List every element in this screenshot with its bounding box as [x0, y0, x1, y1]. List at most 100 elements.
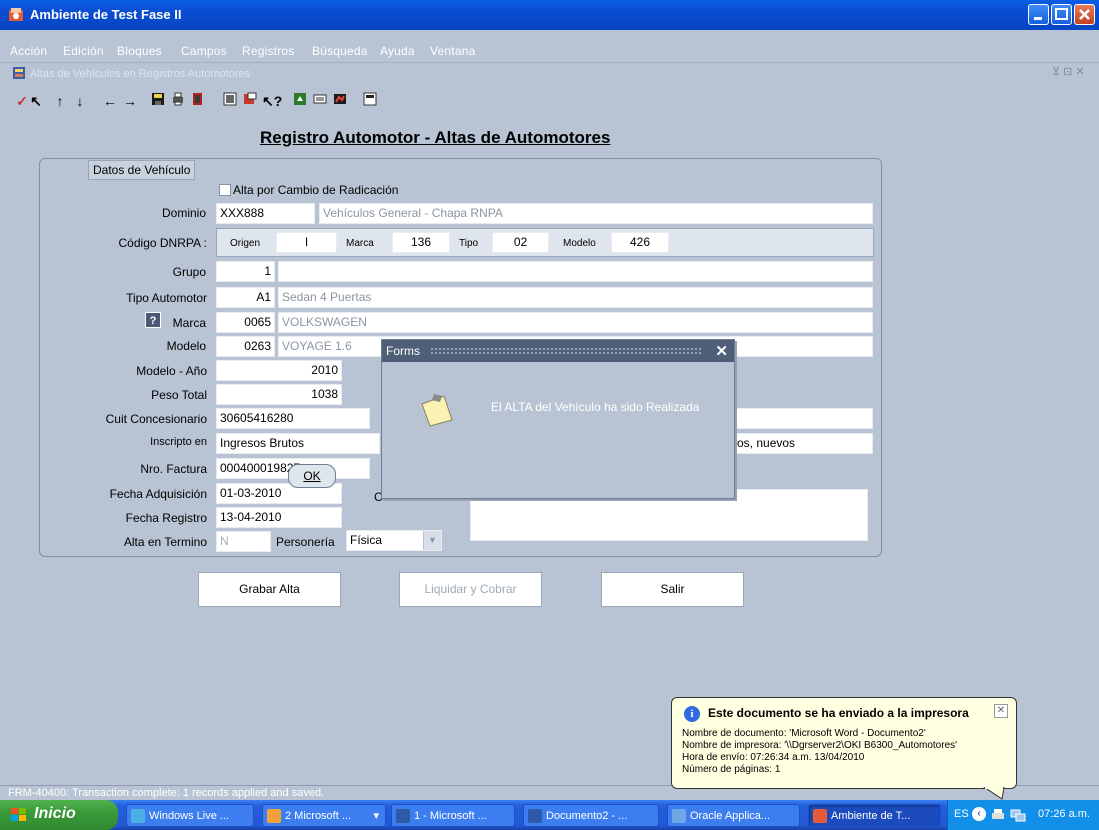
- dominio-input[interactable]: XXX888: [216, 203, 315, 224]
- alta-termino-input[interactable]: N: [216, 531, 271, 552]
- grupo-label: Grupo: [172, 265, 206, 279]
- task-label: Windows Live ...: [149, 810, 230, 822]
- taskbar: Windows Live ... 2 Microsoft ... ▾ 1 - Mi…: [0, 800, 1099, 830]
- dialog-message: El ALTA del Vehículo ha sido Realizada: [491, 400, 700, 414]
- maximize-icon[interactable]: [1051, 4, 1072, 25]
- previous-block-icon[interactable]: ↑: [52, 92, 68, 110]
- personeria-select[interactable]: Física ▼: [346, 530, 442, 551]
- tipo-automotor-input[interactable]: A1: [216, 287, 275, 308]
- balloon-close-icon[interactable]: ✕: [994, 704, 1008, 718]
- printer-tray-icon[interactable]: [990, 807, 1006, 826]
- fecha-registro-input[interactable]: 13-04-2010: [216, 507, 342, 528]
- dominio-label: Dominio: [161, 206, 206, 220]
- inscripto-input[interactable]: Ingresos Brutos: [216, 433, 380, 454]
- minimize-icon[interactable]: [1028, 4, 1049, 25]
- grupo-input[interactable]: 1: [216, 261, 275, 282]
- exit-icon[interactable]: [190, 92, 206, 110]
- dialog-title: Forms: [386, 344, 420, 358]
- ok-button[interactable]: OK: [288, 464, 336, 488]
- menu-registros[interactable]: Registros: [242, 44, 294, 58]
- modelo-code-input[interactable]: 426: [611, 232, 669, 253]
- tipo-input[interactable]: 02: [492, 232, 549, 253]
- modelo-anio-label: Modelo - Año: [136, 364, 207, 378]
- task-documento2[interactable]: Documento2 - ...: [523, 804, 659, 827]
- page-title: Registro Automotor - Altas de Automotore…: [260, 128, 611, 147]
- grupo-description: [278, 261, 873, 282]
- edit-icon[interactable]: [312, 92, 328, 110]
- grabar-alta-button[interactable]: Grabar Alta: [198, 572, 341, 607]
- query-icon[interactable]: [242, 92, 258, 110]
- menu-accion[interactable]: Acción: [10, 44, 47, 58]
- menu-ayuda[interactable]: Ayuda: [380, 44, 415, 58]
- start-button[interactable]: Inicio: [0, 800, 118, 830]
- modelo-label: Modelo: [166, 339, 206, 353]
- tipo-automotor-description: Sedan 4 Puertas: [278, 287, 873, 308]
- windows-logo-icon: [10, 807, 28, 828]
- form-window-icon: [12, 66, 26, 83]
- window-icon[interactable]: [362, 92, 378, 110]
- group-chevron-icon: ▾: [373, 810, 379, 822]
- ok-button-label: OK: [303, 469, 321, 483]
- modelo-anio-input[interactable]: 2010: [216, 360, 342, 381]
- display-error-icon[interactable]: [332, 92, 348, 110]
- status-message: FRM-40400: Transaction complete: 1 recor…: [8, 787, 325, 799]
- modelo-code-label: Modelo: [563, 238, 596, 249]
- title-bar[interactable]: Ambiente de Test Fase II: [0, 0, 1099, 30]
- menu-bloques[interactable]: Bloques: [117, 44, 162, 58]
- clear-block-icon[interactable]: [222, 92, 238, 110]
- task-windows-live[interactable]: Windows Live ...: [126, 804, 254, 827]
- radicacion-checkbox[interactable]: [219, 184, 231, 196]
- marca-input[interactable]: 0065: [216, 312, 275, 333]
- inner-window-bar: Altas de Vehículos en Registros Automoto…: [0, 62, 1099, 82]
- cursor-icon[interactable]: ↖: [28, 92, 44, 110]
- list-values-icon[interactable]: [292, 92, 308, 110]
- cuit-input[interactable]: 30605416280: [216, 408, 370, 429]
- chevron-down-icon[interactable]: ▼: [423, 531, 441, 550]
- start-label: Inicio: [34, 805, 76, 822]
- next-record-icon[interactable]: →: [122, 92, 138, 110]
- print-icon[interactable]: [170, 92, 186, 110]
- close-icon[interactable]: [1074, 4, 1095, 25]
- liquidar-cobrar-button[interactable]: Liquidar y Cobrar: [399, 572, 542, 607]
- print-notification-balloon[interactable]: i Este documento se ha enviado a la impr…: [671, 697, 1017, 789]
- word-icon: [528, 809, 542, 823]
- help-icon[interactable]: ↖?: [262, 92, 282, 110]
- inner-window-controls-icon[interactable]: ⊻ ⊡ ✕: [1052, 65, 1085, 78]
- menu-ventana[interactable]: Ventana: [430, 44, 475, 58]
- forms-dialog: Forms ✕ El ALTA del Vehículo ha sido Rea…: [381, 339, 735, 499]
- network-tray-icon[interactable]: [1010, 807, 1026, 826]
- tipo-automotor-label: Tipo Automotor: [126, 291, 207, 305]
- balloon-title: Este documento se ha enviado a la impres…: [708, 706, 969, 720]
- chevron-left-icon[interactable]: ‹: [972, 807, 986, 821]
- dialog-title-bar[interactable]: Forms ✕: [382, 340, 734, 362]
- salir-button[interactable]: Salir: [601, 572, 744, 607]
- peso-total-input[interactable]: 1038: [216, 384, 342, 405]
- dialog-close-icon[interactable]: ✕: [715, 342, 728, 360]
- task-microsoft-word[interactable]: 1 - Microsoft ...: [391, 804, 515, 827]
- peso-total-label: Peso Total: [151, 388, 207, 402]
- task-ambiente[interactable]: Ambiente de T...: [808, 804, 941, 827]
- menu-edicion[interactable]: Edición: [63, 44, 104, 58]
- marca-code-input[interactable]: 136: [392, 232, 450, 253]
- menu-campos[interactable]: Campos: [181, 44, 227, 58]
- task-label: Documento2 - ...: [546, 810, 628, 822]
- language-indicator[interactable]: ES: [954, 808, 969, 820]
- tipo-label: Tipo: [459, 238, 479, 249]
- info-icon: i: [684, 706, 700, 722]
- previous-record-icon[interactable]: ←: [102, 92, 118, 110]
- inscripto-label: Inscripto en: [150, 436, 207, 448]
- modelo-input[interactable]: 0263: [216, 336, 275, 357]
- balloon-line: Número de páginas: 1: [682, 764, 781, 775]
- save-icon[interactable]: [150, 92, 166, 110]
- task-oracle[interactable]: Oracle Applica...: [667, 804, 800, 827]
- balloon-line: Nombre de impresora: '\\Dgrserver2\OKI B…: [682, 740, 958, 751]
- task-microsoft-group[interactable]: 2 Microsoft ... ▾: [262, 804, 386, 827]
- oracle-app-icon: [8, 7, 24, 23]
- inner-window-title: Altas de Vehículos en Registros Automoto…: [30, 68, 251, 80]
- task-label: 1 - Microsoft ...: [414, 810, 487, 822]
- next-block-icon[interactable]: ↓: [72, 92, 88, 110]
- menu-busqueda[interactable]: Búsqueda: [312, 44, 368, 58]
- origen-input[interactable]: I: [276, 232, 337, 253]
- windows-live-icon: [131, 809, 145, 823]
- balloon-line: Nombre de documento: 'Microsoft Word - D…: [682, 728, 926, 739]
